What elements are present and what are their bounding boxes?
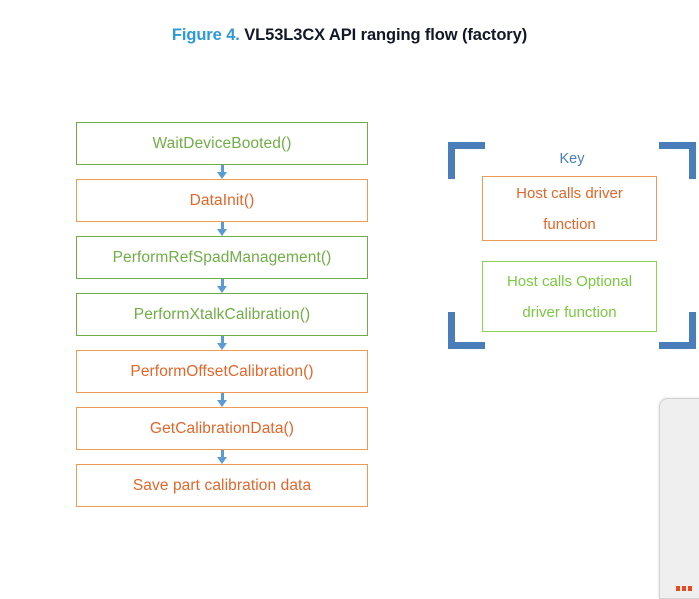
flow-node-label: Save part calibration data	[132, 476, 312, 494]
key-legend: Key Host calls driver function Host call…	[448, 142, 696, 349]
flow-node-label: GetCalibrationData()	[149, 419, 295, 437]
figure-number: Figure 4.	[171, 26, 240, 44]
flow-arrow-2	[76, 222, 368, 236]
flow-arrow-5	[76, 393, 368, 407]
panel-dot	[688, 586, 692, 591]
flow-node-data-init[interactable]: DataInit()	[76, 179, 368, 222]
flow-node-label: PerformOffsetCalibration()	[130, 362, 314, 380]
flow-node-label: PerformXtalkCalibration()	[133, 305, 311, 323]
flow-arrow-6	[76, 450, 368, 464]
flow-arrow-4	[76, 336, 368, 350]
flow-node-save-part-calibration-data[interactable]: Save part calibration data	[76, 464, 368, 507]
figure-title: VL53L3CX API ranging flow (factory)	[244, 26, 528, 44]
flow-node-wait-device-booted[interactable]: WaitDeviceBooted()	[76, 122, 368, 165]
corner-bracket-bottom-left-icon	[448, 312, 485, 349]
flow-node-perform-ref-spad-management[interactable]: PerformRefSpadManagement()	[76, 236, 368, 279]
flow-node-label: PerformRefSpadManagement()	[112, 248, 332, 266]
arrow-head-icon	[216, 286, 227, 293]
arrow-head-icon	[216, 172, 227, 179]
flow-node-perform-xtalk-calibration[interactable]: PerformXtalkCalibration()	[76, 293, 368, 336]
key-entry-host-calls-driver-function: Host calls driver function	[482, 176, 657, 241]
key-entry-line-2: driver function	[522, 303, 617, 321]
flow-arrow-3	[76, 279, 368, 293]
key-entry-host-calls-optional-driver-function: Host calls Optional driver function	[482, 261, 657, 332]
flowchart: WaitDeviceBooted() DataInit() PerformRef…	[76, 122, 368, 507]
flow-node-label: WaitDeviceBooted()	[152, 134, 292, 152]
arrow-head-icon	[216, 400, 227, 407]
flow-arrow-1	[76, 165, 368, 179]
key-title: Key	[559, 151, 585, 167]
arrow-head-icon	[216, 343, 227, 350]
arrow-head-icon	[216, 229, 227, 236]
panel-dot	[676, 586, 680, 591]
side-panel[interactable]	[659, 398, 699, 599]
panel-dot	[682, 586, 686, 591]
corner-bracket-bottom-right-icon	[659, 312, 696, 349]
flow-node-perform-offset-calibration[interactable]: PerformOffsetCalibration()	[76, 350, 368, 393]
arrow-head-icon	[216, 457, 227, 464]
flow-node-label: DataInit()	[189, 191, 255, 209]
flow-node-get-calibration-data[interactable]: GetCalibrationData()	[76, 407, 368, 450]
panel-dots-indicator[interactable]	[676, 586, 692, 591]
key-entry-line-1: Host calls driver	[516, 184, 623, 202]
key-entry-line-2: function	[543, 215, 596, 233]
figure-caption: Figure 4. VL53L3CX API ranging flow (fac…	[0, 26, 699, 45]
document-page: Figure 4. VL53L3CX API ranging flow (fac…	[0, 0, 699, 599]
key-entry-line-1: Host calls Optional	[506, 272, 633, 290]
